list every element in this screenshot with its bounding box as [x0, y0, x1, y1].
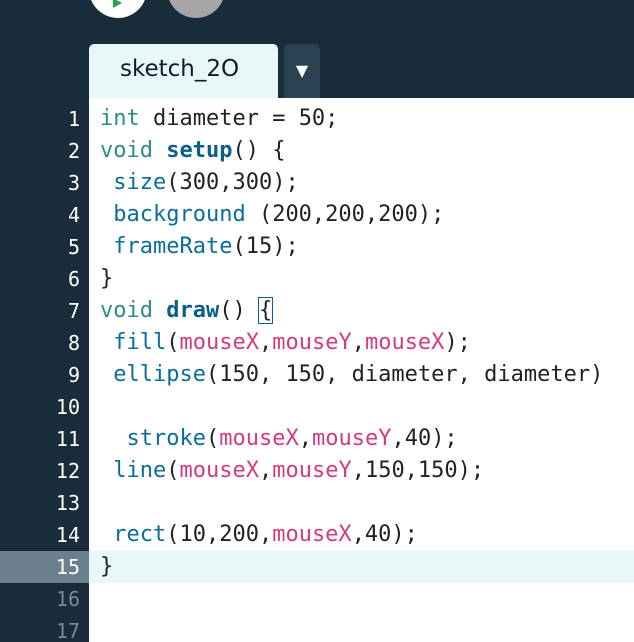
- code-token: void: [100, 298, 153, 323]
- code-token: int: [100, 106, 140, 131]
- code-line[interactable]: fill(mouseX,mouseY,mouseX);: [89, 327, 634, 359]
- code-line[interactable]: stroke(mouseX,mouseY,40);: [89, 423, 634, 455]
- line-number: 13: [55, 491, 80, 515]
- chevron-down-icon: ▼: [295, 61, 309, 80]
- code-line[interactable]: void setup() {: [89, 135, 634, 167]
- run-button[interactable]: [89, 0, 147, 18]
- code-token: frameRate: [113, 234, 233, 259]
- code-token: size: [113, 170, 167, 195]
- line-number: 15: [0, 551, 89, 583]
- code-token: (300,300);: [166, 170, 299, 195]
- code-token: (150, 150, diameter, diameter): [205, 362, 604, 387]
- code-line[interactable]: [89, 583, 634, 615]
- code-token: ,: [298, 426, 312, 451]
- code-editor[interactable]: int diameter = 50; void setup() { size(30…: [89, 98, 634, 642]
- code-token: }: [100, 266, 114, 291]
- code-token: (: [166, 458, 180, 483]
- line-number: 3: [67, 171, 80, 195]
- line-number: 5: [67, 235, 80, 259]
- code-token: mouseX: [219, 426, 299, 451]
- line-number: 9: [67, 363, 80, 387]
- code-token: diameter = 50;: [139, 106, 339, 131]
- code-token: (15);: [232, 234, 299, 259]
- code-token: (200,200,200);: [245, 202, 445, 227]
- code-token: fill: [113, 330, 167, 355]
- code-token: mouseX: [179, 458, 259, 483]
- code-line[interactable]: void draw() {: [89, 295, 634, 327]
- code-token: draw: [166, 298, 220, 323]
- code-line[interactable]: [89, 615, 634, 642]
- play-icon: [113, 0, 122, 8]
- code-token: (10,200,: [166, 522, 273, 547]
- line-number: 7: [67, 299, 80, 323]
- code-token: line: [113, 458, 167, 483]
- code-token: {: [257, 297, 274, 324]
- code-token: );: [444, 330, 471, 355]
- code-line[interactable]: }: [89, 551, 634, 583]
- tab-menu-button[interactable]: ▼: [284, 44, 320, 98]
- code-line[interactable]: size(300,300);: [89, 167, 634, 199]
- stop-button[interactable]: [167, 0, 225, 18]
- code-token: background: [113, 202, 246, 227]
- code-token: ,40);: [391, 426, 458, 451]
- code-line[interactable]: rect(10,200,mouseX,40);: [89, 519, 634, 551]
- line-number: 11: [55, 427, 80, 451]
- code-token: mouseX: [179, 330, 259, 355]
- line-number: 2: [67, 139, 80, 163]
- code-token: void: [100, 138, 153, 163]
- code-token: mouseX: [272, 522, 352, 547]
- code-token: mouseY: [272, 330, 352, 355]
- code-token: (: [166, 330, 180, 355]
- code-line[interactable]: line(mouseX,mouseY,150,150);: [89, 455, 634, 487]
- code-token: ,: [258, 458, 273, 483]
- tab-sketch[interactable]: sketch_2O: [89, 44, 278, 98]
- line-number: 14: [55, 523, 80, 547]
- code-token: ,: [258, 330, 273, 355]
- code-line[interactable]: int diameter = 50;: [89, 103, 634, 135]
- line-number: 6: [67, 267, 80, 291]
- code-token: mouseX: [364, 330, 445, 355]
- code-token: ,40);: [351, 522, 418, 547]
- code-line[interactable]: }: [89, 263, 634, 295]
- line-number: 4: [67, 203, 80, 227]
- code-line[interactable]: frameRate(15);: [89, 231, 634, 263]
- line-number: 10: [55, 395, 80, 419]
- line-number: 1: [67, 107, 80, 131]
- tab-label: sketch_2O: [120, 56, 240, 82]
- code-token: ,150,150);: [351, 458, 485, 483]
- code-line[interactable]: [89, 391, 634, 423]
- line-number: 12: [55, 459, 80, 483]
- code-token: rect: [113, 522, 167, 547]
- code-token: mouseY: [311, 426, 392, 451]
- line-number: 16: [55, 587, 80, 611]
- code-line[interactable]: background (200,200,200);: [89, 199, 634, 231]
- code-token: mouseY: [272, 458, 352, 483]
- line-number-gutter: 1 2 3 4 5 6 7 8 9 10 11 12 13 14 15 16 17: [0, 98, 89, 642]
- code-token: setup: [166, 138, 233, 163]
- line-number: 8: [67, 331, 80, 355]
- line-number: 17: [55, 619, 80, 642]
- code-token: stroke: [126, 426, 206, 451]
- code-token: ,: [351, 330, 365, 355]
- code-line[interactable]: [89, 487, 634, 519]
- code-token: (: [205, 426, 220, 451]
- code-token: }: [100, 554, 114, 579]
- code-token: (): [219, 298, 259, 323]
- code-line[interactable]: ellipse(150, 150, diameter, diameter): [89, 359, 634, 391]
- code-token: () {: [232, 138, 286, 163]
- code-token: ellipse: [113, 362, 206, 387]
